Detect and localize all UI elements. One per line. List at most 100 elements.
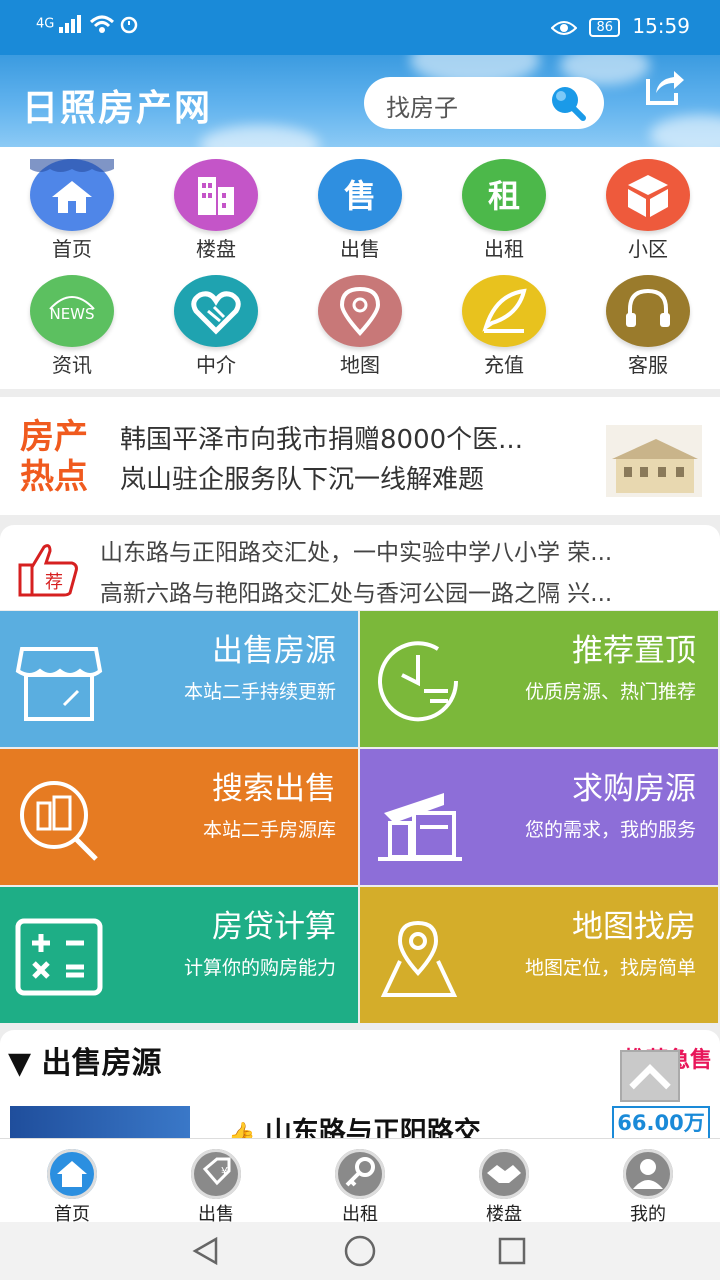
- grid-item-5[interactable]: 小区: [576, 147, 720, 265]
- alarm-icon: [120, 16, 138, 34]
- grid-icon-bg: [30, 159, 114, 231]
- grid-icon-bg: [606, 275, 690, 347]
- grid-item-4[interactable]: 租出租: [432, 147, 576, 265]
- wifi-icon: [89, 15, 114, 33]
- grid-item-7[interactable]: 中介: [144, 263, 288, 381]
- signal-indicator: 4G: [36, 14, 139, 34]
- building-icon: [198, 177, 234, 215]
- news-item[interactable]: 韩国平泽市向我市捐赠8000个医...: [120, 419, 523, 456]
- grid-item-9[interactable]: 充值: [432, 263, 576, 381]
- back-to-top-button[interactable]: [620, 1050, 680, 1102]
- news-item[interactable]: 岚山驻企服务队下沉一线解难题: [120, 459, 484, 496]
- tab-icon-bg: ¥: [191, 1149, 241, 1199]
- hot-news-tag-line1: 房产: [20, 417, 88, 457]
- grid-item-2[interactable]: 楼盘: [144, 147, 288, 265]
- feature-tile-5[interactable]: 房贷计算计算你的购房能力: [0, 887, 358, 1023]
- feature-tile-1[interactable]: 出售房源本站二手持续更新: [0, 611, 358, 747]
- tag-icon: ¥: [202, 1157, 231, 1186]
- status-bar: 4G 86 15:59: [0, 0, 720, 55]
- feature-tile-4[interactable]: 求购房源 您的需求，我的服务: [360, 749, 718, 885]
- location-icon: [339, 286, 381, 336]
- feature-tile-2[interactable]: 推荐置顶优质房源、热门推荐: [360, 611, 718, 747]
- grid-item-8[interactable]: 地图: [288, 263, 432, 381]
- section-heading: ▼ 出售房源: [8, 1038, 162, 1082]
- search-icon[interactable]: [548, 84, 586, 122]
- recommend-item[interactable]: 高新六路与艳阳路交汇处与香河公园一路之隔 兴...: [100, 574, 720, 608]
- svg-text:售: 售: [344, 177, 376, 215]
- rent-icon: 租: [488, 177, 520, 215]
- grid-item-10[interactable]: 客服: [576, 263, 720, 381]
- grid-icon-bg: [174, 275, 258, 347]
- thumbs-up-icon: 荐: [18, 544, 78, 597]
- share-icon[interactable]: [642, 65, 686, 109]
- grid-item-3[interactable]: 售出售: [288, 147, 432, 265]
- signal-icon: [58, 15, 81, 33]
- grid-item-label: 出租: [484, 237, 524, 261]
- store-icon: [15, 647, 103, 721]
- tile-subtitle: 优质房源、热门推荐: [524, 681, 696, 703]
- eye-icon: [550, 20, 578, 35]
- clock-icon: [378, 641, 459, 722]
- tile-title: 推荐置顶: [572, 633, 696, 669]
- search-building-icon: [20, 781, 98, 861]
- tab-1[interactable]: 首页: [0, 1139, 144, 1225]
- grid-item-label: 首页: [52, 237, 92, 261]
- recommend-strip: 荐 山东路与正阳路交汇处，一中实验中学八小学 荣... 高新六路与艳阳路交汇处与…: [0, 525, 720, 610]
- headset-icon: [626, 288, 670, 327]
- feature-tile-3[interactable]: 搜索出售本站二手房源库: [0, 749, 358, 885]
- search-box[interactable]: 找房子: [364, 77, 604, 129]
- svg-text:¥: ¥: [221, 1165, 228, 1178]
- tile-title: 出售房源: [212, 633, 336, 669]
- grid-icon-bg: [174, 159, 258, 231]
- listing-price: 66.00万: [612, 1106, 710, 1140]
- recents-nav-icon[interactable]: [497, 1236, 527, 1266]
- grid-icon-bg: [606, 159, 690, 231]
- grid-item-6[interactable]: NEWS 资讯: [0, 263, 144, 381]
- tab-5[interactable]: 我的: [576, 1139, 720, 1225]
- grid-icon-bg: 租: [462, 159, 546, 231]
- svg-text:租: 租: [488, 177, 520, 215]
- tab-icon-bg: [335, 1149, 385, 1199]
- grid-item-1[interactable]: 首页: [0, 147, 144, 265]
- bottom-tab-bar: 首页 ¥ 出售 出租 楼盘 我的: [0, 1138, 720, 1225]
- grid-item-label: 出售: [340, 237, 380, 261]
- handshake-icon: [487, 1165, 521, 1183]
- grid-icon-bg: 售: [318, 159, 402, 231]
- grid-icon-bg: [462, 275, 546, 347]
- sale-listing-section: ▼ 出售房源 推荐急售 👍 山东路与正阳路交 66.00万: [0, 1030, 720, 1148]
- grid-item-label: 中介: [196, 353, 236, 377]
- home-nav-icon[interactable]: [343, 1235, 377, 1267]
- news-icon: NEWS: [49, 296, 95, 323]
- triangle-down-icon: ▼: [8, 1046, 32, 1081]
- tile-title: 搜索出售: [212, 771, 336, 807]
- tile-subtitle: 地图定位，找房简单: [524, 957, 696, 979]
- hot-news-tag-line2: 热点: [20, 457, 88, 497]
- hot-news-tag: 房产 热点: [20, 417, 88, 497]
- app-header: 日照房产网 找房子: [0, 55, 720, 147]
- tile-subtitle: 本站二手房源库: [202, 819, 336, 841]
- listing-thumbnail[interactable]: [10, 1106, 190, 1140]
- home-icon: [30, 159, 114, 213]
- feather-icon: [482, 288, 527, 333]
- office-icon: [378, 793, 462, 861]
- grid-item-label: 楼盘: [196, 237, 236, 261]
- cube-icon: [628, 175, 668, 217]
- key-icon: [345, 1157, 375, 1187]
- recommend-badge: 荐: [45, 572, 63, 593]
- network-type: 4G: [36, 16, 55, 32]
- feature-tile-6[interactable]: 地图找房地图定位，找房简单: [360, 887, 718, 1023]
- recommend-item[interactable]: 山东路与正阳路交汇处，一中实验中学八小学 荣...: [100, 533, 720, 567]
- tab-icon-bg: [479, 1149, 529, 1199]
- back-nav-icon[interactable]: [190, 1236, 222, 1266]
- tile-subtitle: 本站二手持续更新: [183, 681, 336, 703]
- news-panel: 房产 热点 韩国平泽市向我市捐赠8000个医... 岚山驻企服务队下沉一线解难题: [0, 397, 720, 515]
- tile-title: 房贷计算: [212, 909, 336, 945]
- tab-3[interactable]: 出租: [288, 1139, 432, 1225]
- grid-icon-bg: [318, 275, 402, 347]
- battery-indicator: 86: [589, 18, 620, 37]
- tab-4[interactable]: 楼盘: [432, 1139, 576, 1225]
- tile-subtitle: 计算你的购房能力: [183, 957, 336, 979]
- tab-2[interactable]: ¥ 出售: [144, 1139, 288, 1225]
- tile-title: 地图找房: [572, 909, 696, 945]
- status-right: 86 15:59: [550, 14, 690, 38]
